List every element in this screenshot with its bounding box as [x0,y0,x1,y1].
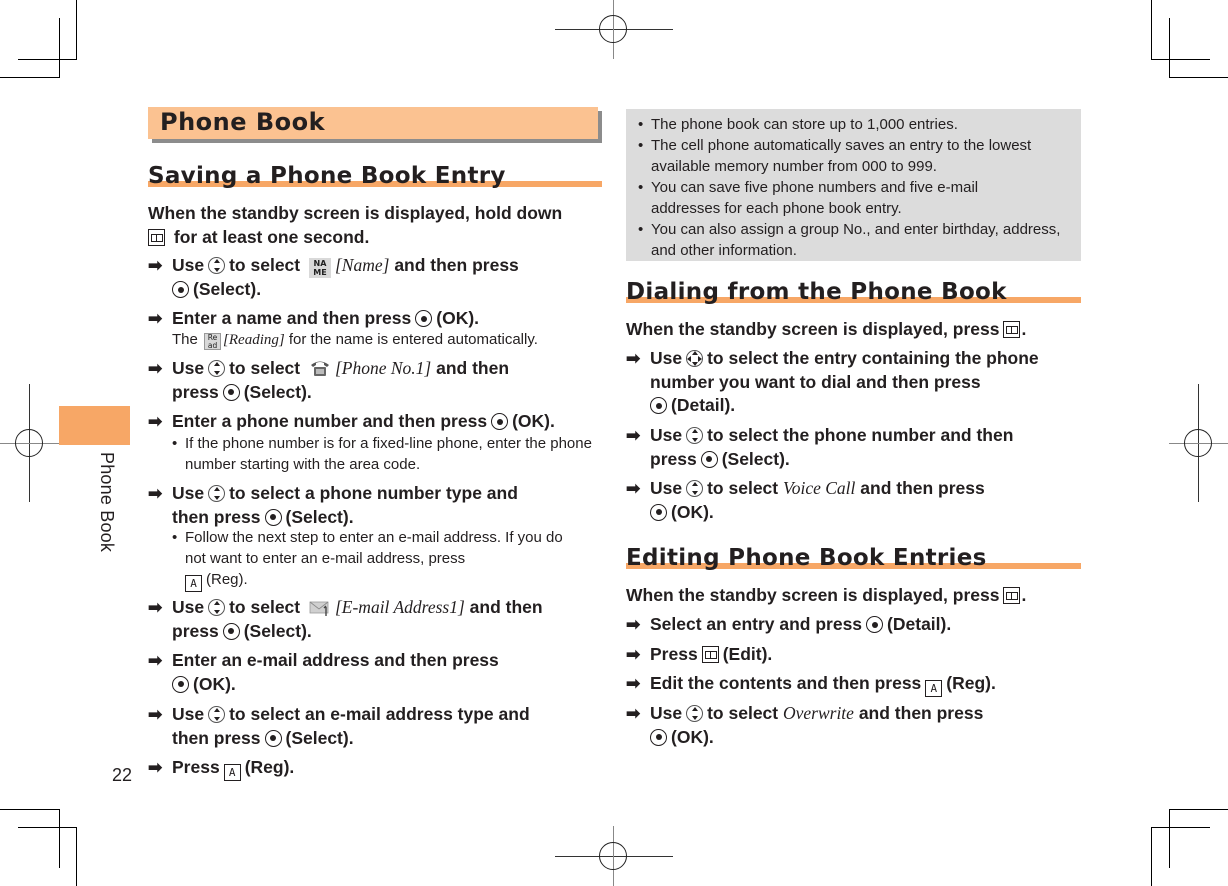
editing-step-1: ➡ Select an entry and press (Detail). [626,613,1086,637]
arrow-icon: ➡ [626,349,641,368]
saving-step-8: ➡ Use to select an e-mail address type an… [148,704,530,748]
page-title-bar: Phone Book [148,107,598,139]
arrow-icon: ➡ [626,615,641,634]
arrow-icon: ➡ [148,309,163,328]
center-key-icon [172,281,189,298]
saving-step-4: ➡ Enter a phone number and then press (OK… [148,410,608,434]
saving-step-1: ➡ Use to select NA ME [Name] and then press… [148,255,519,299]
chapter-tab [59,406,130,445]
saving-step-9: ➡ Press A (Reg). [148,757,295,781]
arrow-icon: ➡ [148,651,163,670]
editing-step-4: ➡ Use to select Overwrite and then press … [626,703,984,747]
saving-step-5: ➡ Use to select a phone number type and t… [148,483,518,527]
center-key-icon [650,503,667,521]
note-item: • The cell phone automatically saves an e… [638,137,1032,175]
page-title: Phone Book [160,108,326,136]
center-key-icon [264,508,282,526]
reading-field-icon: Re ad [204,333,222,350]
notes-box: • The phone book can store up to 1,000 en… [626,109,1081,261]
section-heading-saving: Saving a Phone Book Entry [148,157,602,189]
center-key-icon [650,728,667,746]
arrow-icon: ➡ [148,705,163,724]
section-heading-editing: Editing Phone Book Entries [626,539,1081,571]
note-item: • You can also assign a group No., and en… [638,221,1061,259]
phone-number-field-icon [310,361,329,376]
center-key-icon [491,413,509,430]
saving-step-2: ➡ Enter a name and then press (OK). [148,307,608,331]
arrow-icon: ➡ [626,426,641,445]
arrow-icon: ➡ [626,674,641,693]
saving-step-5-note: • Follow the next step to enter an e-mai… [172,529,563,592]
chapter-tab-label: Phone Book [97,452,117,553]
center-key-icon [650,397,667,414]
up-down-key-icon [686,427,704,444]
page-number: 22 [112,765,133,785]
center-key-icon [172,675,189,693]
phonebook-key-icon [1003,587,1021,604]
note-item: • You can save five phone numbers and fiv… [638,179,979,217]
saving-step-2-note: The Re ad [Reading] for the name is entere… [172,331,538,350]
arrow-icon: ➡ [148,256,163,275]
arrow-icon: ➡ [148,412,163,431]
arrow-icon: ➡ [626,645,641,664]
saving-step-4-note: • If the phone number is for a fixed-lin… [172,435,592,473]
dialing-step-1: ➡ Use to select the entry containing the … [626,348,1039,415]
center-key-icon [264,729,282,747]
center-key-icon [222,622,240,640]
saving-step-3: ➡ Use to select [Phone No.1] and then pre… [148,358,510,402]
dialing-step-3: ➡ Use to select Voice Call and then press… [626,478,985,522]
center-key-icon [700,450,718,468]
arrow-icon: ➡ [626,704,641,723]
phonebook-key-icon [701,646,719,663]
arrow-icon: ➡ [148,484,163,503]
up-down-key-icon [208,706,226,723]
up-down-key-icon [208,485,226,502]
name-field-icon: NA ME [308,258,331,278]
four-way-key-icon [686,350,704,367]
a-key-icon: A [185,575,202,592]
email-field-icon [309,601,329,616]
arrow-icon: ➡ [148,598,163,617]
saving-step-7: ➡ Enter an e-mail address and then press… [148,650,499,694]
up-down-key-icon [208,360,226,377]
arrow-icon: ➡ [148,758,163,777]
saving-step-6: ➡ Use to select [E-mail Address1] and the… [148,597,543,641]
center-key-icon [222,383,240,401]
arrow-icon: ➡ [626,479,641,498]
up-down-key-icon [208,599,226,616]
center-key-icon [866,616,884,633]
arrow-icon: ➡ [148,359,163,378]
editing-step-2: ➡ Press (Edit). [626,643,1086,667]
dialing-step-2: ➡ Use to select the phone number and then… [626,425,1014,469]
saving-intro: When the standby screen is displayed, ho… [148,203,563,247]
dialing-intro: When the standby screen is displayed, pr… [626,319,1027,339]
up-down-key-icon [208,257,226,274]
up-down-key-icon [686,705,704,722]
phonebook-key-icon [148,228,165,246]
center-key-icon [415,310,433,327]
note-item: • The phone book can store up to 1,000 en… [638,116,958,133]
editing-intro: When the standby screen is displayed, pr… [626,585,1027,605]
editing-step-3: ➡ Edit the contents and then press A (Reg)… [626,673,996,697]
section-heading-dialing: Dialing from the Phone Book [626,273,1081,305]
up-down-key-icon [686,480,704,497]
a-key-icon: A [223,764,241,781]
a-key-icon: A [925,680,943,697]
phonebook-key-icon [1003,321,1021,338]
